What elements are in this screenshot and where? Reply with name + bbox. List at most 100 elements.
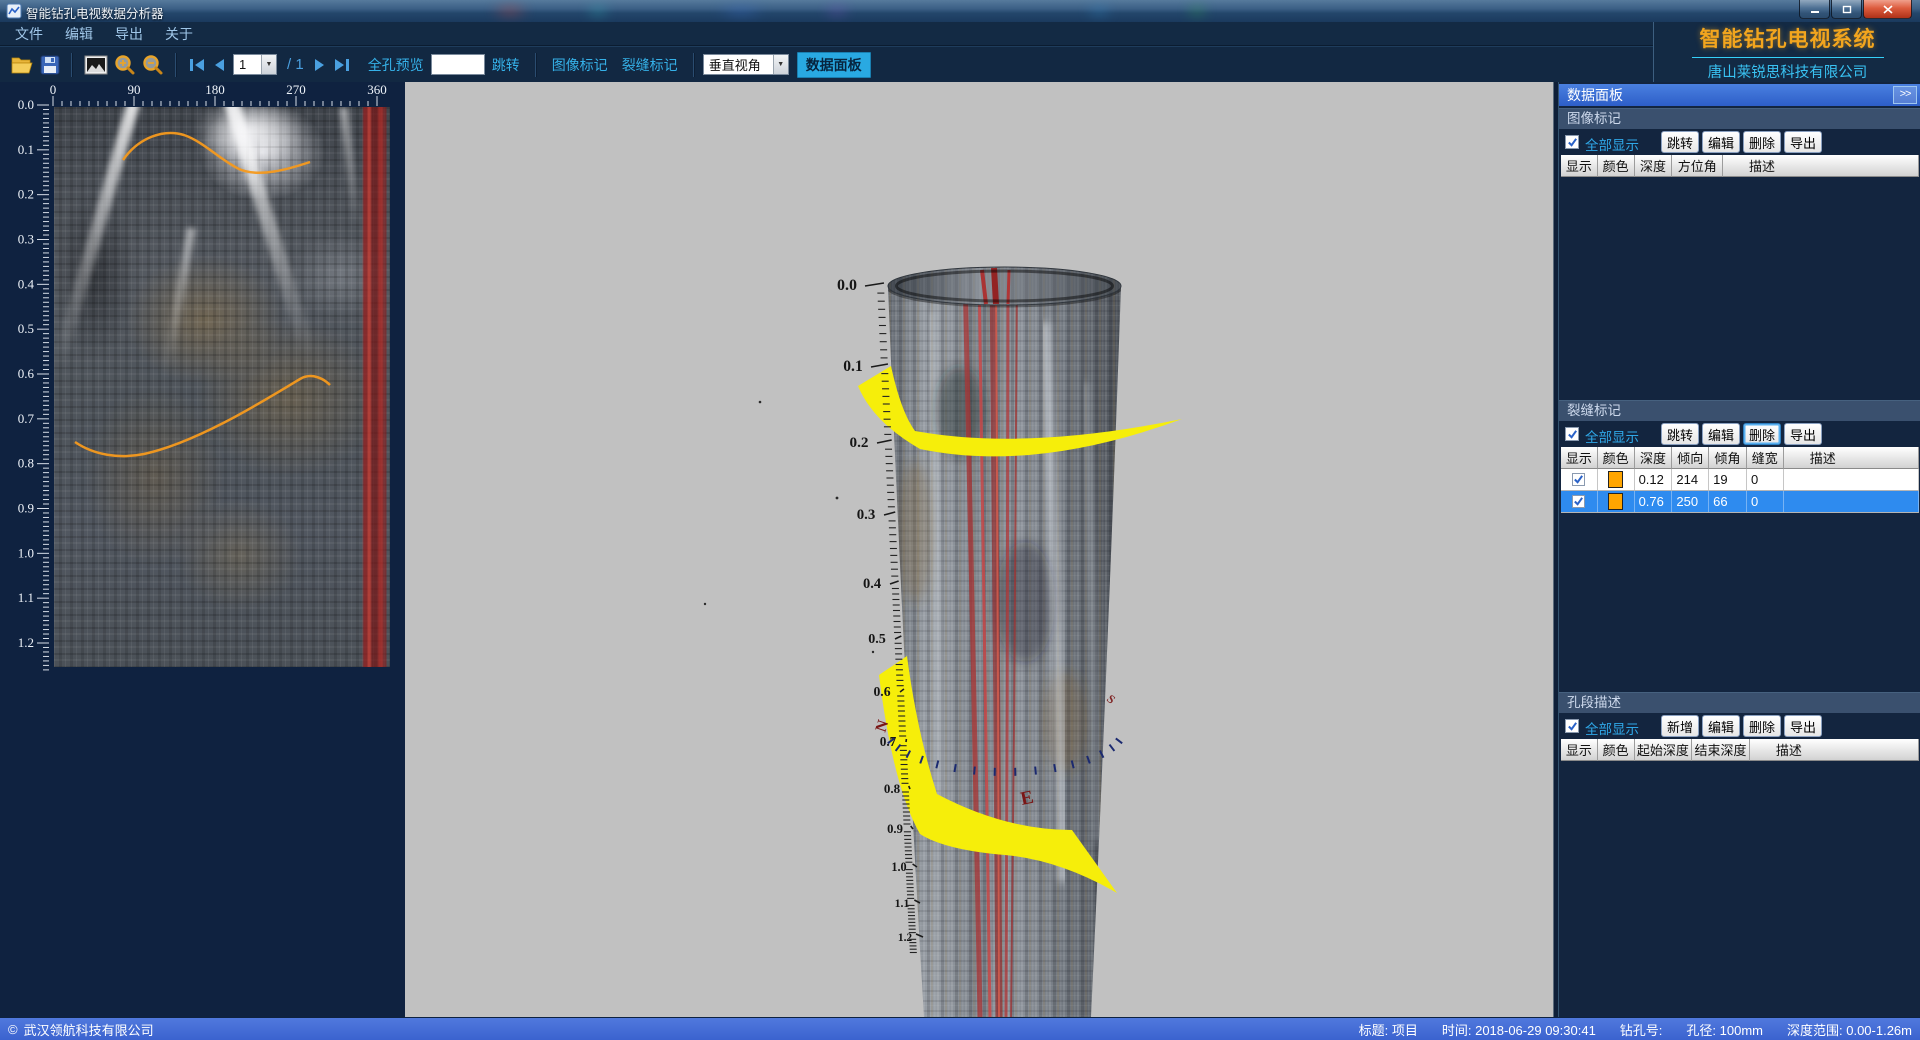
show-all-checkbox[interactable]: [1565, 427, 1579, 441]
chevron-down-icon[interactable]: ▼: [773, 55, 788, 74]
show-all-checkbox[interactable]: [1565, 719, 1579, 733]
borehole-3d-view[interactable]: 0.00.10.20.30.40.50.60.70.80.91.01.11.2 …: [405, 82, 1553, 1017]
show-all-label[interactable]: 全部显示: [1585, 718, 1639, 738]
borehole-image-panel[interactable]: 0901802703600.00.10.20.30.40.50.60.70.80…: [0, 82, 405, 1017]
show-all-label[interactable]: 全部显示: [1585, 426, 1639, 446]
image_marks-编辑-button[interactable]: 编辑: [1702, 131, 1740, 153]
menu-item-文件[interactable]: 文件: [4, 24, 54, 44]
borehole-wall-image[interactable]: [54, 107, 390, 667]
toolbar-separator: [71, 53, 73, 77]
application-window: 智能钻孔电视数据分析器 文件编辑导出关于 1 ▼ / 1 全孔预览 跳转 图像标…: [0, 0, 1920, 1040]
hole_sections-删除-button[interactable]: 删除: [1743, 715, 1781, 737]
column-header-显示: 显示: [1561, 447, 1598, 469]
app-icon: [6, 3, 22, 19]
view-angle-value: 垂直视角: [704, 55, 773, 74]
glass-blob: [585, 4, 611, 18]
svg-text:0.4: 0.4: [18, 276, 35, 291]
table-row[interactable]: 0.76250660: [1561, 491, 1919, 513]
maximize-button[interactable]: [1831, 0, 1862, 19]
table-row[interactable]: 0.12214190: [1561, 469, 1919, 491]
cell: 250: [1672, 491, 1709, 512]
red-stripe: [1006, 272, 1008, 1017]
svg-text:1.2: 1.2: [18, 635, 34, 650]
save-icon[interactable]: [40, 55, 60, 75]
page-number-value: 1: [234, 57, 261, 72]
zoom-out-icon[interactable]: [142, 54, 164, 76]
main-area: 0901802703600.00.10.20.30.40.50.60.70.80…: [0, 82, 1920, 1017]
fracture-curves-overlay: [54, 107, 390, 667]
status-field: 钻孔号:: [1620, 1020, 1663, 1039]
collapse-panel-button[interactable]: >>: [1893, 86, 1917, 104]
cell: 66: [1709, 491, 1747, 512]
row-visible-checkbox[interactable]: [1572, 495, 1585, 508]
close-button[interactable]: [1863, 0, 1912, 19]
svg-text:0.7: 0.7: [880, 734, 897, 749]
status-field: 深度范围: 0.00-1.26m: [1787, 1020, 1912, 1039]
fracture-marks-section: 裂缝标记 全部显示 跳转编辑删除导出 显示颜色深度倾向倾角缝宽描述 0.1221…: [1559, 400, 1920, 692]
last-page-icon[interactable]: [333, 57, 351, 73]
svg-text:0.1: 0.1: [843, 358, 863, 375]
show-all-label[interactable]: 全部显示: [1585, 134, 1639, 154]
column-header-起始深度: 起始深度: [1635, 739, 1693, 761]
column-header-描述: 描述: [1723, 155, 1919, 177]
hole_sections-编辑-button[interactable]: 编辑: [1702, 715, 1740, 737]
svg-text:0.9: 0.9: [887, 822, 903, 836]
next-page-icon[interactable]: [313, 57, 327, 73]
image_marks-跳转-button[interactable]: 跳转: [1661, 131, 1699, 153]
svg-text:0.8: 0.8: [884, 781, 901, 796]
show-all-checkbox[interactable]: [1565, 135, 1579, 149]
fracture_marks-删除-button[interactable]: 删除: [1743, 423, 1781, 445]
fracture_marks-导出-button[interactable]: 导出: [1784, 423, 1822, 445]
svg-text:0.6: 0.6: [18, 366, 35, 381]
row-visible-checkbox[interactable]: [1572, 473, 1585, 486]
svg-text:180: 180: [205, 82, 225, 97]
image-mark-tool-button[interactable]: 图像标记: [552, 55, 608, 75]
page-number-select[interactable]: 1 ▼: [233, 54, 277, 75]
minimize-button[interactable]: [1799, 0, 1830, 19]
first-page-icon[interactable]: [188, 57, 206, 73]
svg-text:1.1: 1.1: [895, 896, 910, 910]
column-header-颜色: 颜色: [1598, 447, 1635, 469]
data-panel-header: 数据面板 >>: [1559, 84, 1920, 106]
jump-button[interactable]: 跳转: [492, 55, 520, 75]
fracture-mark-tool-button[interactable]: 裂缝标记: [622, 55, 678, 75]
view-angle-select[interactable]: 垂直视角 ▼: [703, 54, 789, 75]
svg-text:0.4: 0.4: [863, 576, 881, 592]
hole_sections-导出-button[interactable]: 导出: [1784, 715, 1822, 737]
titlebar: 智能钻孔电视数据分析器: [0, 0, 1920, 23]
svg-text:0.5: 0.5: [868, 631, 886, 647]
open-file-icon[interactable]: [11, 55, 34, 75]
svg-text:0.2: 0.2: [18, 187, 34, 202]
status-field: 标题: 项目: [1359, 1020, 1418, 1039]
fracture_marks-编辑-button[interactable]: 编辑: [1702, 423, 1740, 445]
color-swatch[interactable]: [1608, 493, 1623, 510]
menu-item-关于[interactable]: 关于: [154, 24, 204, 44]
full-hole-preview-button[interactable]: 全孔预览: [368, 55, 424, 75]
prev-page-icon[interactable]: [212, 57, 226, 73]
image_marks-删除-button[interactable]: 删除: [1743, 131, 1781, 153]
page-total-label: / 1: [287, 56, 304, 73]
cell: 19: [1709, 469, 1747, 490]
cell: [1784, 469, 1919, 490]
data-panel-toggle-button[interactable]: 数据面板: [797, 52, 871, 78]
branding: 智能钻孔电视系统 唐山莱锐思科技有限公司: [1653, 22, 1920, 82]
column-header-颜色: 颜色: [1598, 739, 1635, 761]
fracture_marks-跳转-button[interactable]: 跳转: [1661, 423, 1699, 445]
menu-item-编辑[interactable]: 编辑: [54, 24, 104, 44]
image_marks-导出-button[interactable]: 导出: [1784, 131, 1822, 153]
svg-text:1.0: 1.0: [891, 860, 906, 874]
color-swatch[interactable]: [1608, 471, 1623, 488]
hole-sections-section: 孔段描述 全部显示 新增编辑删除导出 显示颜色起始深度结束深度描述: [1559, 692, 1920, 1017]
jump-depth-input[interactable]: [431, 54, 485, 75]
menu-item-导出[interactable]: 导出: [104, 24, 154, 44]
cell: 214: [1672, 469, 1709, 490]
zoom-in-icon[interactable]: [114, 54, 136, 76]
hole_sections-新增-button[interactable]: 新增: [1661, 715, 1699, 737]
glass-blob: [1185, 4, 1209, 18]
section-title: 图像标记: [1559, 108, 1920, 129]
chevron-down-icon[interactable]: ▼: [261, 55, 276, 74]
data-panel-title: 数据面板: [1559, 85, 1893, 105]
column-header-颜色: 颜色: [1598, 155, 1635, 177]
column-header-缝宽: 缝宽: [1747, 447, 1784, 469]
image-preview-icon[interactable]: [84, 55, 108, 75]
